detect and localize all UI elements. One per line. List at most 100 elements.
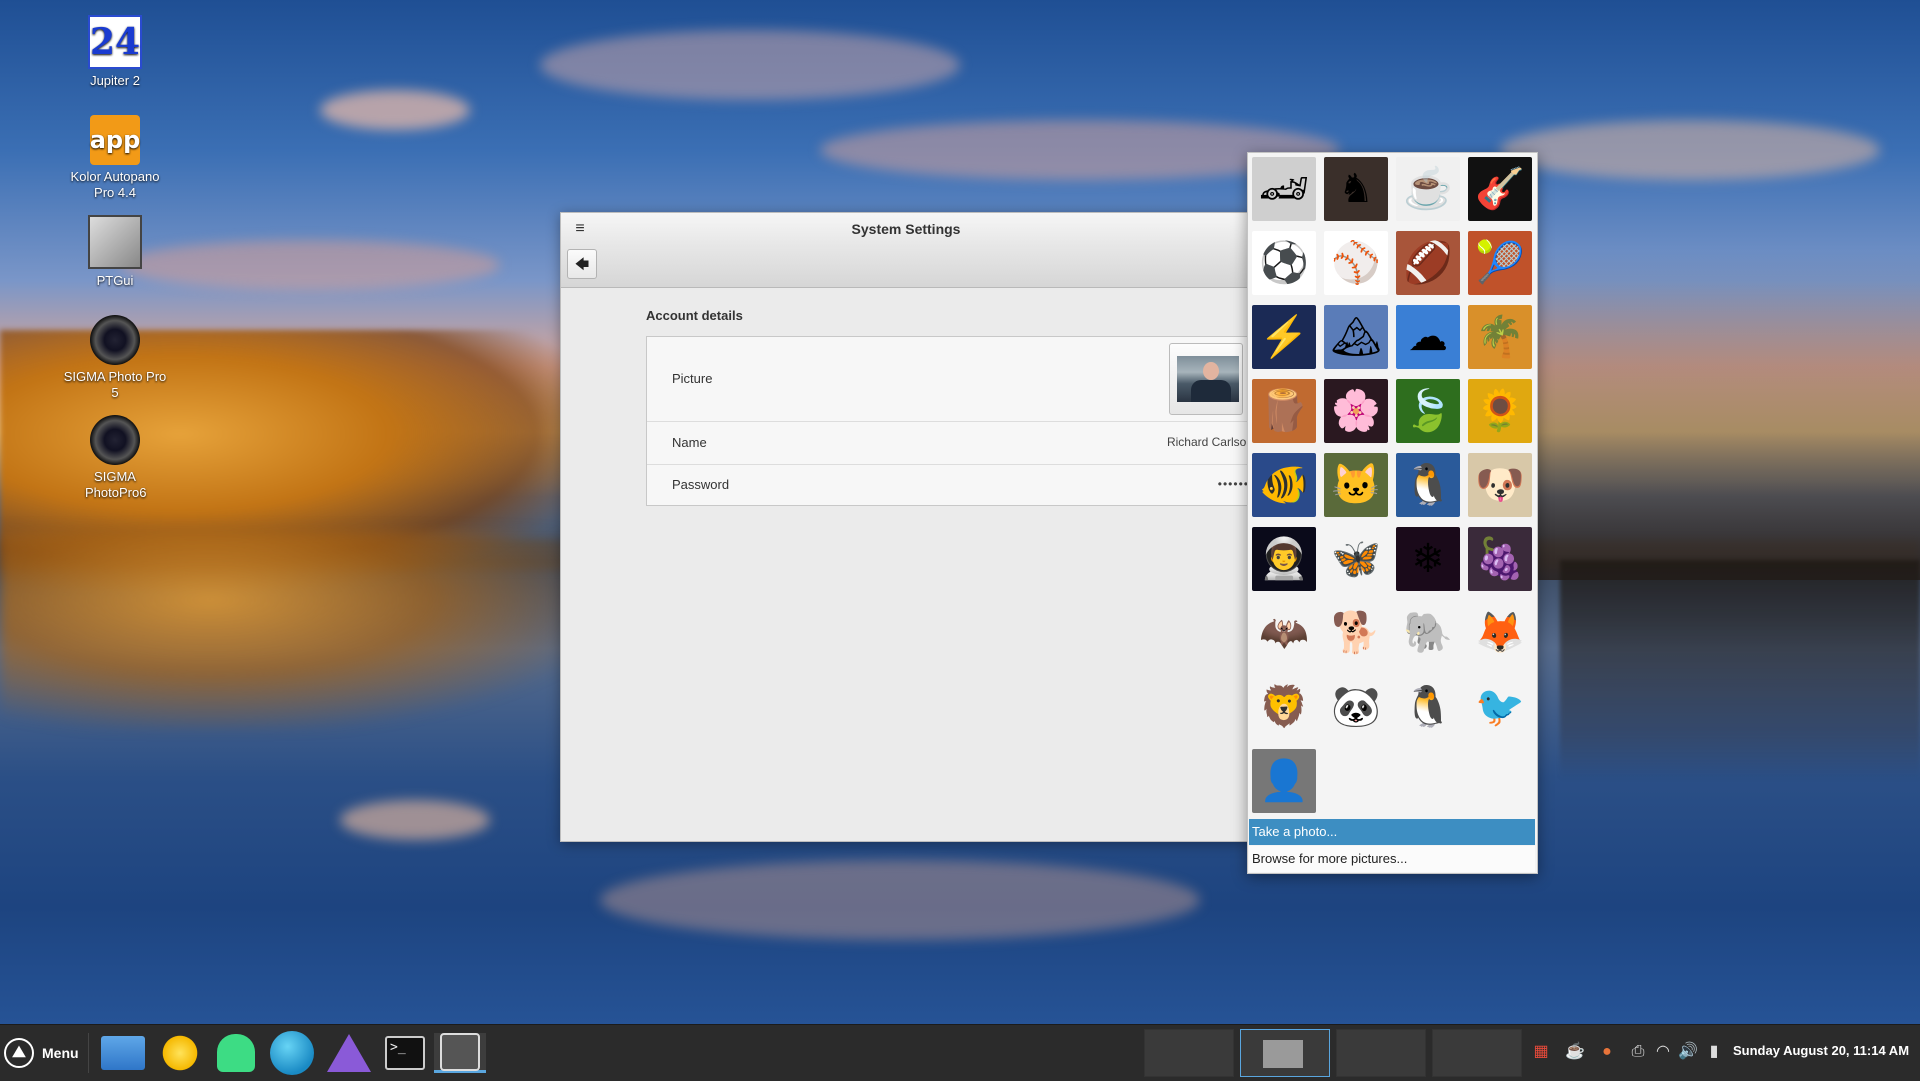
battery-tray-icon[interactable]: ▮ [1703,1041,1725,1063]
desktop-icon-sigma-photo-pro-5[interactable]: SIGMA Photo Pro 5 [55,315,175,401]
desktop-icon-label: Kolor Autopano Pro 4.4 [70,169,160,200]
printer-tray-icon[interactable]: ⎙ [1627,1041,1649,1063]
globe-icon [270,1031,314,1075]
desktop-icon-ptgui[interactable]: PTGui [55,215,175,289]
desktop-icon-label: Jupiter 2 [90,73,140,88]
kolor-app-icon: app [90,115,140,165]
back-arrow-icon: 🡄 [574,256,590,272]
folder-icon [101,1036,145,1070]
default-user-icon[interactable]: 👤 [1252,749,1316,813]
butterfly-icon[interactable]: 🦋 [1324,527,1388,591]
puppy-icon[interactable]: 🐶 [1468,453,1532,517]
coffee-tray-icon[interactable]: ☕ [1564,1041,1586,1063]
triangle-icon [327,1034,371,1072]
guitar-icon[interactable]: 🎸 [1468,157,1532,221]
sky-icon[interactable]: ☁ [1396,305,1460,369]
astronaut-icon[interactable]: 👨‍🚀 [1252,527,1316,591]
leaf-icon[interactable]: 🍃 [1396,379,1460,443]
name-value[interactable]: Richard Carlson [1167,435,1253,449]
avatar-picker-popover: 🏎 ♞ ☕ 🎸 ⚽ ⚾ 🏈 🎾 ⚡ 🏔 ☁ 🌴 🪵 🌸 🍃 🌻 🐠 🐱 🐧 🐶 👨‍🚀 🦋 ❄ 🍇 🦇 🐕 🐘 🦊 🦁 🐼 🐧 🐦 👤 Take… [1247,152,1538,874]
wifi-tray-icon[interactable]: ◠ [1652,1041,1674,1063]
password-label: Password [672,477,730,492]
grapes-icon[interactable]: 🍇 [1468,527,1532,591]
account-details-card: Picture Name Richard Carlson Password ••… [646,336,1268,506]
start-menu-button[interactable]: ⛰ Menu [4,1035,79,1071]
ghost-app-launcher[interactable] [212,1033,260,1073]
football-icon[interactable]: 🏈 [1396,231,1460,295]
palm-sunset-icon[interactable]: 🌴 [1468,305,1532,369]
camera-lens-icon [90,415,140,465]
name-label: Name [672,435,707,450]
fox-icon[interactable]: 🦊 [1468,601,1532,665]
desktop-icon-label: SIGMA PhotoPro6 [85,469,147,500]
desktop-icon-sigma-photopro6[interactable]: SIGMA PhotoPro6 [55,415,175,501]
window-title: System Settings [851,221,961,237]
taskbar: ⛰ Menu >_ ▦ ☕ ● ⎙ ◠ 🔊 ▮ Sunday August 20, 11:1… [0,1024,1920,1081]
back-button[interactable]: 🡄 [567,249,597,279]
section-title: Account details [646,308,743,323]
take-photo-item[interactable]: Take a photo... [1249,819,1535,845]
password-row[interactable]: Password •••••• [647,465,1267,505]
browser-launcher[interactable] [268,1031,316,1075]
picture-label: Picture [672,371,713,386]
jupiter-app-icon: 24 [88,15,142,69]
desktop-icon-jupiter[interactable]: 24 Jupiter 2 [55,15,175,89]
weather-launcher[interactable] [156,1033,204,1073]
notifications-tray-icon[interactable]: ● [1596,1041,1618,1063]
toucan-icon[interactable]: 🐦 [1468,675,1532,739]
desktop-icon-label: PTGui [96,273,134,288]
mountain-logo-icon: ⛰ [4,1038,34,1068]
menu-label: Menu [42,1045,79,1061]
weather-icon [160,1033,200,1073]
penguin-photo-icon[interactable]: 🐧 [1396,453,1460,517]
task-window-3[interactable] [1336,1029,1426,1077]
mountain-icon[interactable]: 🏔 [1324,305,1388,369]
files-launcher[interactable] [99,1033,147,1073]
cinnamon-icon[interactable]: 🪵 [1252,379,1316,443]
calendar-tray-icon[interactable]: ▦ [1530,1041,1552,1063]
desktop-icon-kolor-autopano[interactable]: app Kolor Autopano Pro 4.4 [55,115,175,201]
race-car-icon[interactable]: 🏎 [1252,157,1316,221]
elephant-icon[interactable]: 🐘 [1396,601,1460,665]
task-window-1[interactable] [1144,1029,1234,1077]
pug-icon[interactable]: 🐕 [1324,601,1388,665]
lion-icon[interactable]: 🦁 [1252,675,1316,739]
name-row[interactable]: Name Richard Carlson [647,422,1267,465]
lightning-icon[interactable]: ⚡ [1252,305,1316,369]
penguin-cartoon-icon[interactable]: 🐧 [1396,675,1460,739]
bat-icon[interactable]: 🦇 [1252,601,1316,665]
system-settings-window: ≡ System Settings 🡄 Account details Pict… [560,212,1268,842]
camera-lens-icon [90,315,140,365]
panda-icon[interactable]: 🐼 [1324,675,1388,739]
ptgui-app-icon [88,215,142,269]
window-toolbar: 🡄 [561,245,1251,288]
window-titlebar[interactable]: ≡ System Settings [561,213,1251,245]
terminal-icon: >_ [385,1036,425,1070]
baseball-icon[interactable]: ⚾ [1324,231,1388,295]
ghost-icon [217,1034,255,1072]
coffee-icon[interactable]: ☕ [1396,157,1460,221]
avatar [1177,356,1239,402]
clock[interactable]: Sunday August 20, 11:14 AM [1733,1043,1909,1058]
window-thumbnail [1263,1040,1303,1068]
picture-row[interactable]: Picture [647,337,1267,422]
settings-launcher[interactable] [434,1032,486,1073]
tennis-icon[interactable]: 🎾 [1468,231,1532,295]
terminal-launcher[interactable]: >_ [381,1033,429,1073]
snowflake-icon[interactable]: ❄ [1396,527,1460,591]
triangle-app-launcher[interactable] [325,1033,373,1073]
task-window-2[interactable] [1240,1029,1330,1077]
volume-tray-icon[interactable]: 🔊 [1677,1041,1699,1063]
browse-pictures-item[interactable]: Browse for more pictures... [1249,846,1535,872]
mixer-settings-icon [440,1032,480,1071]
sunflower-icon[interactable]: 🌻 [1468,379,1532,443]
soccer-ball-icon[interactable]: ⚽ [1252,231,1316,295]
password-value[interactable]: •••••• [1218,477,1249,491]
clownfish-icon[interactable]: 🐠 [1252,453,1316,517]
avatar-button[interactable] [1169,343,1243,415]
chess-icon[interactable]: ♞ [1324,157,1388,221]
kitten-icon[interactable]: 🐱 [1324,453,1388,517]
flower-icon[interactable]: 🌸 [1324,379,1388,443]
desktop-icon-label: SIGMA Photo Pro 5 [63,369,167,400]
task-window-4[interactable] [1432,1029,1522,1077]
